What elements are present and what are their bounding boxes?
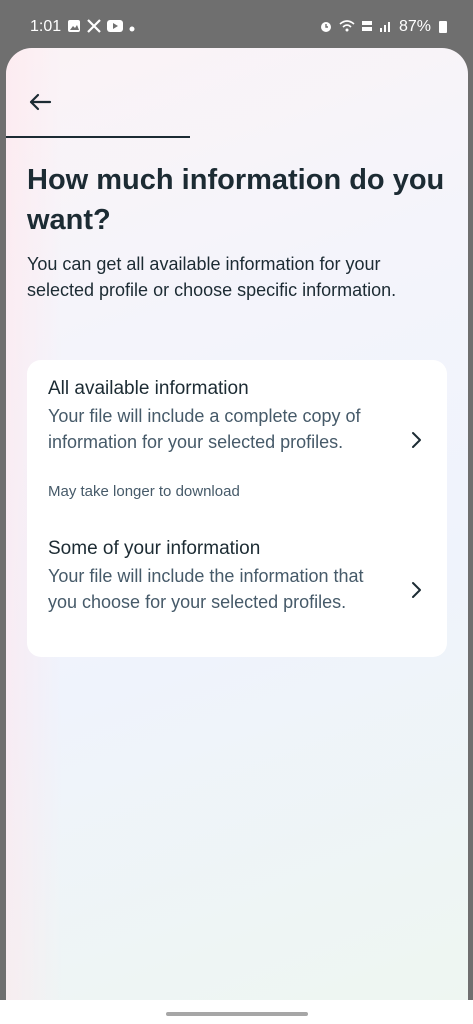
youtube-notification-icon (107, 19, 124, 35)
more-notifications-dot-icon (129, 19, 135, 35)
home-indicator[interactable] (166, 1012, 308, 1016)
arrow-left-icon (29, 93, 52, 111)
page-title: How much information do you want? (27, 164, 445, 236)
chevron-right-icon (412, 582, 421, 598)
back-button[interactable] (24, 86, 56, 118)
signal-icon (379, 19, 393, 35)
alarm-icon (319, 19, 333, 36)
status-time: 1:01 (30, 18, 62, 35)
gallery-notification-icon (67, 19, 81, 36)
volte-icon (361, 19, 373, 36)
option-title: Some of your information (48, 538, 261, 559)
x-notification-icon (87, 18, 101, 36)
status-bar-left: 1:01 (30, 18, 135, 36)
status-bar-right: 87% (319, 18, 447, 36)
options-card: All available information Your file will… (27, 360, 447, 657)
bottom-sheet: How much information do you want? You ca… (6, 48, 468, 1000)
option-description: Your file will include a complete copy o… (48, 406, 361, 452)
option-some-of-your-information[interactable]: Some of your information Your file will … (27, 536, 447, 651)
chevron-right-icon (412, 432, 421, 448)
option-all-available-information[interactable]: All available information Your file will… (27, 376, 447, 526)
status-bar: 1:01 87% (0, 0, 473, 52)
wifi-icon (339, 19, 355, 35)
battery-percentage: 87% (398, 18, 431, 35)
battery-icon (439, 21, 447, 33)
option-title: All available information (48, 378, 249, 399)
option-note: May take longer to download (48, 483, 240, 500)
page-subtitle: You can get all available information fo… (27, 254, 397, 300)
header-divider (6, 136, 190, 138)
option-description: Your file will include the information t… (48, 566, 364, 612)
